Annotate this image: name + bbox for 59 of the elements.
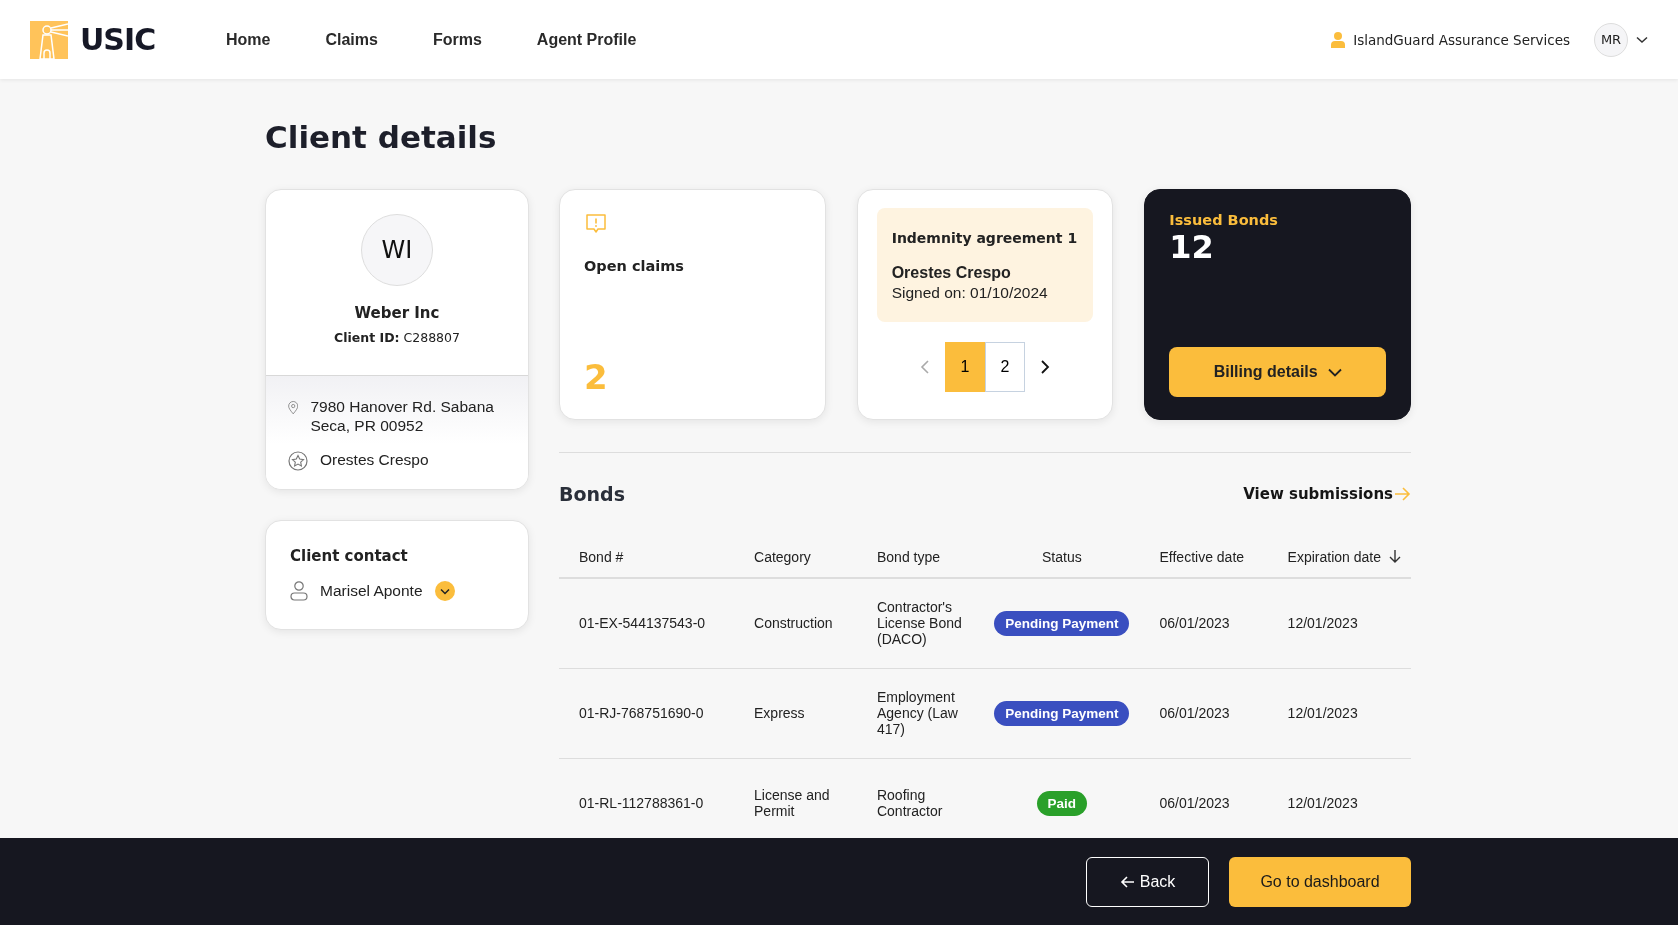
billing-details-button[interactable]: Billing details: [1169, 347, 1386, 397]
nav-link[interactable]: Home: [226, 30, 271, 49]
column-header[interactable]: Expiration date: [1267, 535, 1411, 578]
logo-text[interactable]: USIC: [80, 22, 156, 57]
arrow-right-icon: [1395, 487, 1411, 501]
table-cell: 06/01/2023: [1139, 668, 1268, 758]
nav-link[interactable]: Forms: [432, 30, 482, 49]
status-badge: Paid: [1036, 790, 1088, 816]
issued-bonds-count: 12: [1169, 228, 1215, 266]
chevron-down-icon[interactable]: [1636, 35, 1648, 44]
table-cell: Express: [734, 668, 857, 758]
column-header: Effective date: [1139, 535, 1268, 578]
open-claims-count: 2: [584, 357, 609, 397]
status-badge: Pending Payment: [994, 610, 1130, 636]
alert-message-icon: [584, 212, 608, 236]
table-cell: 06/01/2023: [1139, 578, 1268, 668]
table-cell: 01-EX-544137543-0: [559, 578, 734, 668]
dashboard-button[interactable]: Go to dashboard: [1229, 856, 1411, 907]
column-header: Bond #: [559, 535, 734, 578]
nav-link[interactable]: Agent Profile: [536, 30, 637, 49]
back-button[interactable]: Back: [1086, 856, 1209, 907]
table-cell: Construction: [734, 578, 857, 668]
client-address: 7980 Hanover Rd. Sabana Seca, PR 00952: [310, 398, 495, 436]
chevron-right-icon[interactable]: [1040, 359, 1050, 375]
table-cell: 01-RJ-768751690-0: [559, 668, 734, 758]
sort-arrow-icon[interactable]: [1389, 550, 1401, 564]
arrow-left-icon: [1119, 875, 1134, 888]
signed-date: Signed on: 01/10/2024: [891, 284, 1049, 302]
table-cell: 12/01/2023: [1267, 578, 1411, 668]
table-cell: Contractor's License Bond (DACO): [856, 578, 985, 668]
page-button[interactable]: 2: [985, 342, 1025, 392]
view-submissions-link[interactable]: View submissions: [1243, 485, 1411, 503]
signer-name: Orestes Crespo: [891, 264, 1012, 282]
agency-name: IslandGuard Assurance Services: [1353, 31, 1570, 48]
open-claims-label: Open claims: [584, 258, 685, 274]
contact-name: Marisel Aponte: [320, 581, 423, 601]
person-outline-icon: [290, 581, 308, 602]
page-button[interactable]: 1: [945, 342, 985, 392]
table-cell: Employment Agency (Law 417): [856, 668, 985, 758]
bonds-heading: Bonds: [559, 483, 625, 505]
client-id: Client ID: C288807: [334, 330, 460, 345]
column-header: Category: [734, 535, 857, 578]
client-avatar: WI: [361, 214, 433, 286]
star-badge-icon: [288, 451, 308, 472]
user-avatar[interactable]: MR: [1594, 22, 1628, 57]
agent-name: Orestes Crespo: [320, 451, 429, 470]
contact-title: Client contact: [290, 547, 409, 566]
status-badge: Pending Payment: [994, 700, 1130, 726]
column-header: Status: [984, 535, 1140, 578]
chevron-down-icon[interactable]: [434, 581, 455, 602]
chevron-down-icon: [1327, 367, 1342, 377]
issued-bonds-label: Issued Bonds: [1169, 212, 1279, 228]
person-icon: [1331, 31, 1346, 48]
table-cell: 12/01/2023: [1267, 668, 1411, 758]
nav-link[interactable]: Claims: [325, 30, 378, 49]
column-header: Bond type: [856, 535, 985, 578]
agreement-title: Indemnity agreement 1: [891, 230, 1079, 246]
client-name: Weber Inc: [354, 304, 440, 322]
page-title: Client details: [265, 119, 498, 155]
